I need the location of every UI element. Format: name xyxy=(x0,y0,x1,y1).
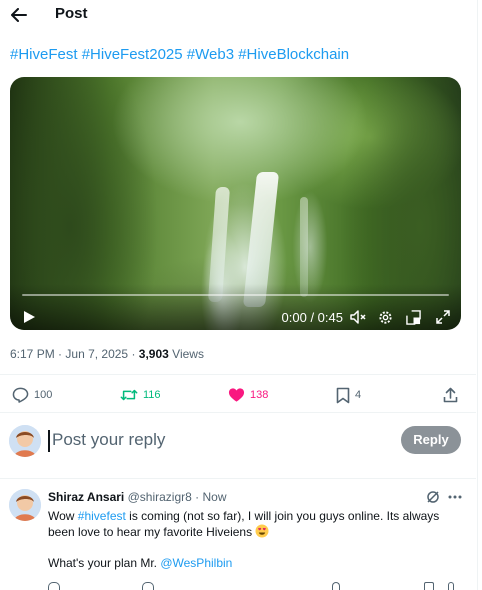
repost-count: 116 xyxy=(143,389,161,401)
reply-icon xyxy=(12,387,29,403)
comment-header: Shiraz Ansari @shirazigr8 · Now xyxy=(48,490,227,504)
video-timecode: 0:00 / 0:45 xyxy=(281,310,343,325)
avatar-image xyxy=(9,489,41,521)
speaker-muted-icon xyxy=(350,310,366,324)
bookmark-count: 4 xyxy=(355,389,362,401)
video-progress-bar[interactable] xyxy=(22,294,449,296)
fullscreen-icon xyxy=(436,310,450,324)
reply-icon[interactable] xyxy=(48,582,60,590)
avatar-image xyxy=(9,425,41,457)
fullscreen-button[interactable] xyxy=(434,308,452,326)
grok-icon xyxy=(427,491,439,503)
comment-mention[interactable]: @WesPhilbin xyxy=(160,556,232,570)
picture-in-picture-icon xyxy=(405,309,421,325)
reply-action[interactable]: 100 xyxy=(12,385,52,405)
bookmark-icon[interactable] xyxy=(424,582,434,590)
views-count: 3,903 xyxy=(138,347,169,361)
repost-icon[interactable] xyxy=(142,582,154,590)
play-icon xyxy=(24,311,35,323)
divider xyxy=(0,374,476,375)
video-frame-detail xyxy=(300,197,308,297)
comment-second-line: What's your plan Mr. @WesPhilbin xyxy=(48,556,232,570)
comment-line2-text: What's your plan Mr. xyxy=(48,556,161,570)
video-player[interactable]: 0:00 / 0:45 xyxy=(10,77,461,330)
share-action[interactable] xyxy=(443,385,458,405)
views-label: Views xyxy=(172,347,204,361)
share-icon xyxy=(443,387,458,403)
post-time[interactable]: 6:17 PM xyxy=(10,347,55,361)
page-title: Post xyxy=(55,5,88,22)
hashtag-hivefest[interactable]: #HiveFest xyxy=(10,46,78,63)
meta-separator: · xyxy=(131,347,139,361)
arrow-left-icon xyxy=(11,8,27,22)
mute-button[interactable] xyxy=(349,308,367,326)
post-header: Post xyxy=(0,0,476,30)
heart-eyes-emoji-icon xyxy=(255,524,269,538)
hashtag-hiveblockchain[interactable]: #HiveBlockchain xyxy=(238,46,349,63)
settings-button[interactable] xyxy=(376,308,394,326)
like-count: 138 xyxy=(250,389,269,401)
comment-actions-partial xyxy=(0,582,476,590)
post-meta: 6:17 PM · Jun 7, 2025 · 3,903 Views xyxy=(10,347,204,361)
post-date[interactable]: Jun 7, 2025 xyxy=(65,347,128,361)
picture-in-picture-button[interactable] xyxy=(404,308,422,326)
like-action[interactable]: 138 xyxy=(228,385,268,405)
grok-button[interactable] xyxy=(425,489,441,505)
bookmark-icon xyxy=(336,387,350,403)
repost-action[interactable]: 116 xyxy=(120,385,161,405)
reply-count: 100 xyxy=(34,389,53,401)
hashtag-web3[interactable]: #Web3 xyxy=(187,46,234,63)
gear-icon xyxy=(378,310,392,324)
more-options-button[interactable] xyxy=(447,489,463,505)
heart-filled-icon xyxy=(228,388,245,402)
play-button[interactable] xyxy=(20,308,38,326)
divider xyxy=(0,412,476,413)
views-icon[interactable] xyxy=(332,582,340,590)
hashtag-hivefest2025[interactable]: #HiveFest2025 xyxy=(82,46,183,63)
comment-hashtag[interactable]: #hivefest xyxy=(78,509,126,523)
comment-text: Wow #hivefest is coming (not so far), I … xyxy=(48,508,458,540)
column-border xyxy=(477,0,478,590)
bookmark-action[interactable]: 4 xyxy=(336,385,361,405)
divider xyxy=(0,478,476,479)
comment-avatar[interactable] xyxy=(9,489,41,521)
my-avatar[interactable] xyxy=(9,425,41,457)
back-button[interactable] xyxy=(8,4,30,26)
reply-input[interactable]: Post your reply xyxy=(48,430,165,452)
more-horizontal-icon xyxy=(448,495,462,499)
comment-author-handle[interactable]: @shirazigr8 xyxy=(128,490,192,504)
post-hashtags: #HiveFest #HiveFest2025 #Web3 #HiveBlock… xyxy=(10,46,349,63)
reply-button[interactable]: Reply xyxy=(401,426,461,454)
comment-time[interactable]: Now xyxy=(202,490,226,504)
comment-author-name[interactable]: Shiraz Ansari xyxy=(48,490,124,504)
video-controls: 0:00 / 0:45 xyxy=(10,284,461,330)
comment-text-prefix: Wow xyxy=(48,509,78,523)
share-icon[interactable] xyxy=(448,582,454,590)
repost-icon xyxy=(120,389,138,401)
